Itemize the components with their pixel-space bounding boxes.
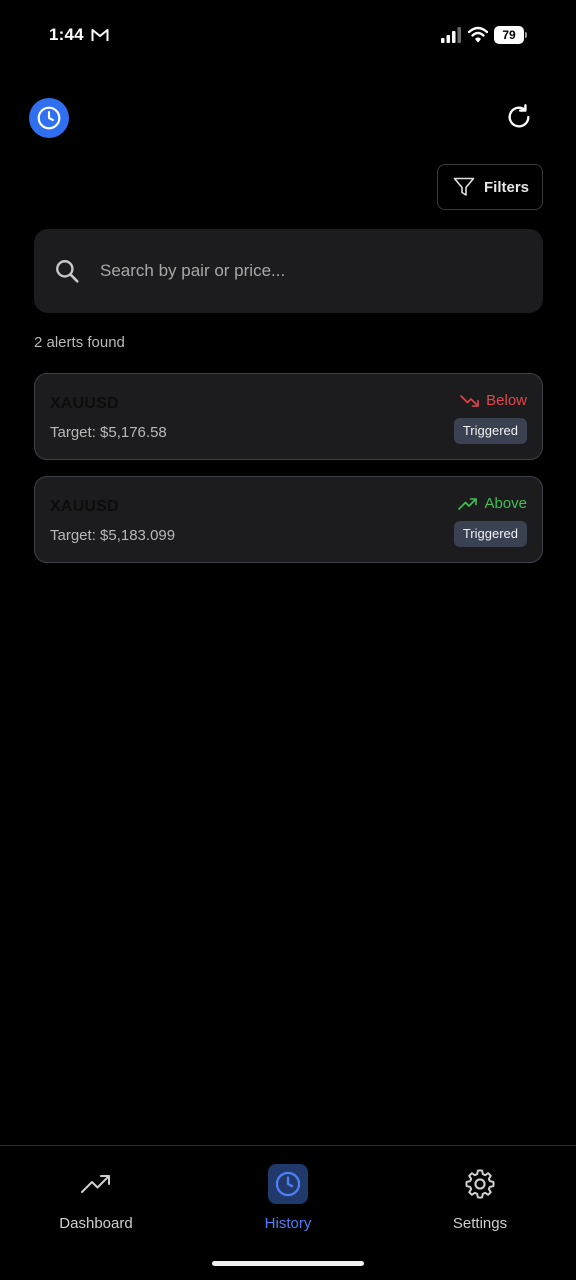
alert-target: Target: $5,176.58 <box>50 424 167 441</box>
nav-item-dashboard[interactable]: Dashboard <box>16 1164 176 1232</box>
funnel-icon <box>453 177 475 196</box>
battery-level: 79 <box>494 26 524 44</box>
alert-pair: XAUUSD <box>50 498 119 515</box>
alert-direction: Below <box>460 392 527 409</box>
results-count: 2 alerts found <box>34 334 125 351</box>
search-icon <box>56 260 79 283</box>
nav-item-settings[interactable]: Settings <box>400 1164 560 1232</box>
alert-target: Target: $5,183.099 <box>50 527 176 544</box>
nav-item-history[interactable]: History <box>208 1164 368 1232</box>
refresh-button[interactable] <box>503 101 535 133</box>
filters-label: Filters <box>484 178 530 196</box>
gmail-icon <box>91 29 109 41</box>
nav-label: History <box>264 1215 312 1232</box>
history-badge[interactable] <box>29 98 69 138</box>
battery-icon: 79 <box>494 26 527 44</box>
history-screen: 1:44 79 Filters Search by pair or price.… <box>0 0 576 1280</box>
alert-card[interactable]: XAUUSD Target: $5,176.58 Below Triggered <box>34 373 543 460</box>
refresh-icon <box>508 104 530 128</box>
nav-icon-wrap <box>268 1164 308 1204</box>
alert-direction: Above <box>458 495 527 512</box>
alert-pair: XAUUSD <box>50 395 119 412</box>
nav-icon-wrap <box>460 1164 500 1204</box>
alert-direction-label: Above <box>484 495 527 512</box>
trending-down-icon <box>460 394 479 407</box>
clock-icon <box>37 106 61 130</box>
status-badge: Triggered <box>453 521 527 547</box>
alert-direction-label: Below <box>486 392 527 409</box>
wifi-icon <box>468 26 488 43</box>
search-bar[interactable] <box>34 229 543 313</box>
status-badge: Triggered <box>453 418 527 444</box>
signal-icon <box>441 27 461 43</box>
alert-card[interactable]: XAUUSD Target: $5,183.099 Above Triggere… <box>34 476 543 563</box>
status-bar: 1:44 79 <box>0 0 576 72</box>
home-indicator[interactable] <box>212 1261 364 1266</box>
trending-up-icon <box>458 497 478 510</box>
trending-up-icon <box>81 1175 110 1193</box>
search-input[interactable] <box>100 261 500 281</box>
bottom-nav: Dashboard History Settings <box>0 1145 576 1280</box>
gear-icon <box>465 1169 495 1199</box>
nav-label: Dashboard <box>59 1215 133 1232</box>
filters-button[interactable]: Filters <box>437 164 543 210</box>
status-time: 1:44 <box>49 25 84 44</box>
nav-icon-wrap <box>76 1164 116 1204</box>
clock-icon <box>275 1171 301 1197</box>
battery-nub <box>525 32 527 38</box>
nav-label: Settings <box>452 1215 508 1232</box>
